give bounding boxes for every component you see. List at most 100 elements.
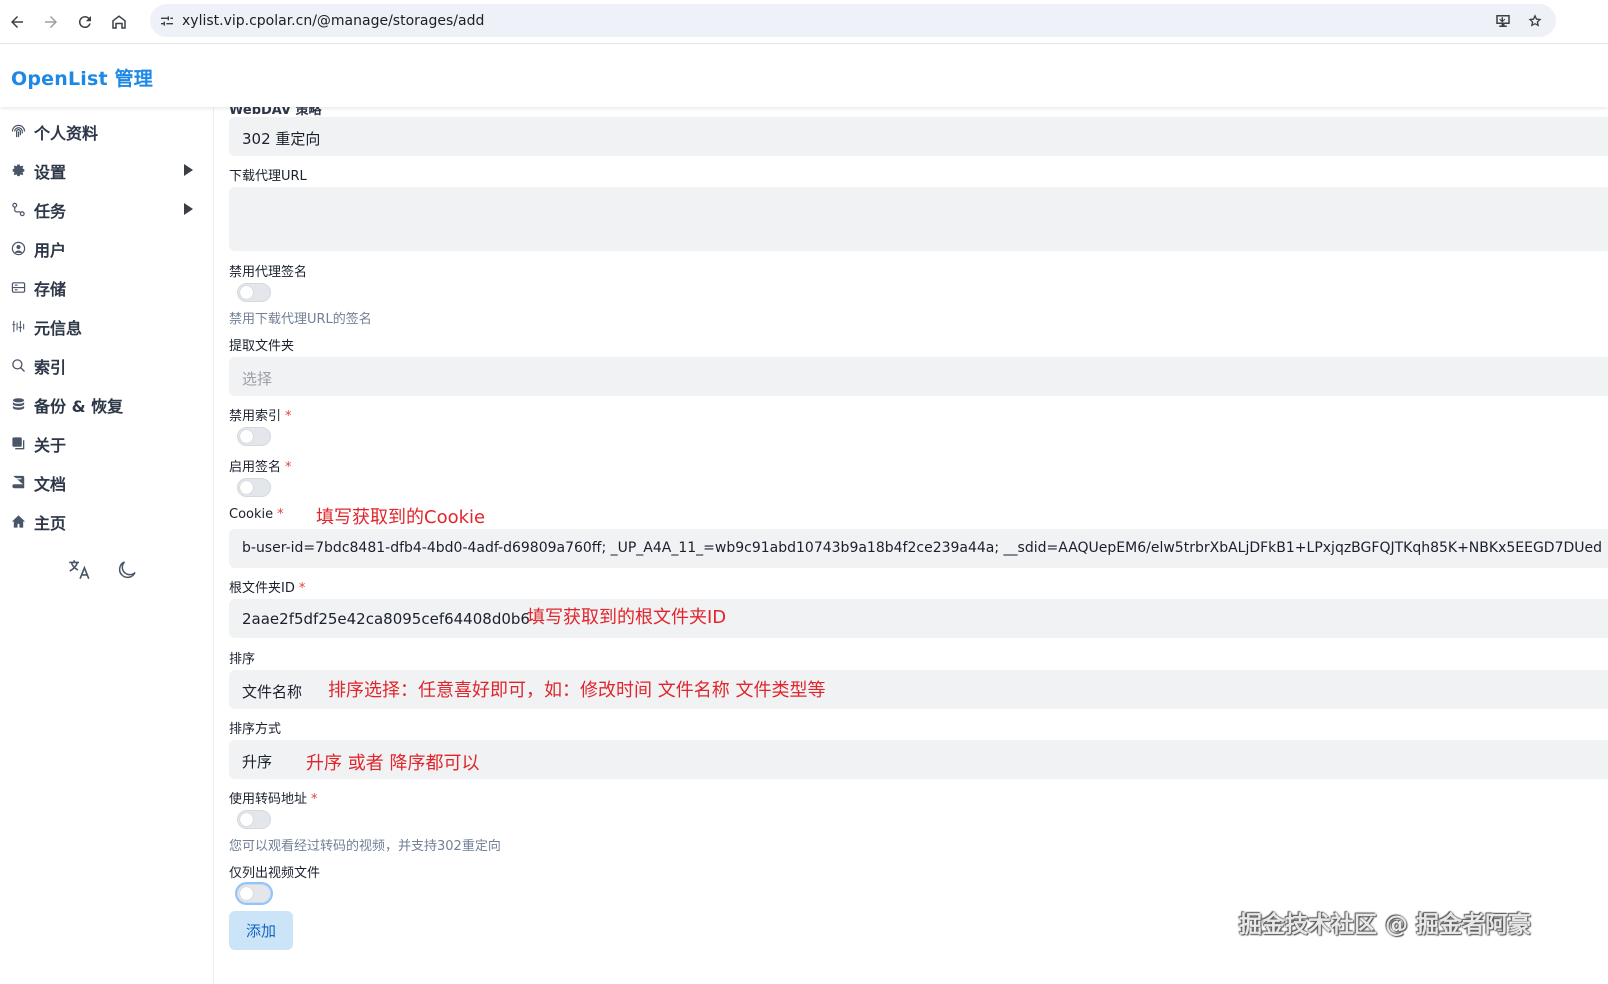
sidebar-item-label: 个人资料 [34, 123, 99, 143]
meta-grid-icon [10, 319, 26, 335]
required-mark: * [298, 581, 306, 596]
disable-index-label: 禁用索引 * [229, 409, 292, 424]
order-direction-value: 升序 [242, 753, 273, 771]
extract-folder-placeholder: 选择 [242, 370, 273, 388]
back-button[interactable] [0, 5, 34, 39]
sidebar-item-label: 关于 [34, 435, 67, 455]
download-proxy-url-label: 下载代理URL [229, 169, 307, 184]
sidebar-item-home[interactable]: 主页 [0, 502, 214, 541]
reload-button[interactable] [68, 5, 102, 39]
arrow-right-icon [45, 15, 57, 28]
webdav-policy-value: 302 重定向 [242, 130, 321, 148]
sidebar-item-label: 任务 [34, 201, 67, 221]
site-settings-icon[interactable] [152, 13, 182, 29]
root-folder-annotation: 填写获取到的根文件夹ID [527, 607, 727, 628]
use-transcoding-label: 使用转码地址 * [229, 792, 318, 807]
required-mark: * [311, 792, 318, 807]
sidebar-item-metas[interactable]: 元信息 [0, 307, 214, 346]
copy-icon [10, 436, 26, 452]
add-button[interactable]: 添加 [229, 911, 293, 950]
cookie-input[interactable]: b-user-id=7bdc8481-dfb4-4bd0-4adf-d69809… [229, 529, 1608, 568]
sidebar-item-about[interactable]: 关于 [0, 424, 214, 463]
gear-icon [10, 163, 26, 179]
sidebar-item-label: 用户 [34, 240, 67, 260]
route-icon [10, 202, 26, 218]
order-by-annotation: 排序选择：任意喜好即可，如：修改时间 文件名称 文件类型等 [328, 680, 826, 701]
switch-knob [240, 887, 253, 900]
order-by-label: 排序 [229, 652, 256, 667]
download-proxy-url-textarea[interactable] [229, 187, 1608, 251]
watermark-text: 掘金技术社区 @ 掘金者阿豪 [1239, 912, 1532, 938]
required-mark: * [285, 460, 292, 475]
arrow-left-icon [11, 15, 23, 28]
required-mark: * [285, 409, 292, 424]
sidebar-item-label: 备份 & 恢复 [34, 396, 124, 416]
expand-arrow-icon[interactable] [184, 164, 193, 176]
translate-icon[interactable] [66, 557, 92, 583]
browser-toolbar: xylist.vip.cpolar.cn/@manage/storages/ad… [0, 0, 1608, 44]
database-drive-icon [10, 280, 26, 296]
url-text[interactable]: xylist.vip.cpolar.cn/@manage/storages/ad… [182, 13, 484, 29]
home-button[interactable] [102, 5, 136, 39]
sidebar-item-label: 设置 [34, 162, 67, 182]
sidebar-item-label: 文档 [34, 474, 67, 494]
order-direction-annotation: 升序 或者 降序都可以 [306, 753, 480, 774]
enable-sign-label: 启用签名 * [229, 460, 292, 475]
search-icon [10, 358, 26, 374]
disable-proxy-sign-label: 禁用代理签名 [229, 265, 308, 280]
home-outline-icon [112, 14, 126, 29]
expand-arrow-icon[interactable] [184, 203, 193, 215]
address-bar[interactable]: xylist.vip.cpolar.cn/@manage/storages/ad… [150, 4, 1556, 37]
root-folder-id-value: 2aae2f5df25e42ca8095cef64408d0b6 [242, 610, 530, 628]
sidebar-item-label: 主页 [34, 513, 67, 533]
forward-button[interactable] [34, 5, 68, 39]
cookie-value: b-user-id=7bdc8481-dfb4-4bd0-4adf-d69809… [242, 540, 1603, 556]
webdav-policy-select[interactable]: 302 重定向 [229, 117, 1608, 156]
storage-add-form: WebDAV 策略 302 重定向 下载代理URL 禁用代理签名 禁用下载代理U… [215, 107, 1608, 984]
sidebar-item-label: 索引 [34, 357, 67, 377]
cookie-label: Cookie * [229, 507, 284, 522]
use-transcoding-help: 您可以观看经过转码的视频，并支持302重定向 [229, 839, 501, 854]
disable-proxy-sign-switch[interactable] [237, 283, 271, 302]
sidebar-item-tasks[interactable]: 任务 [0, 190, 214, 229]
only-list-video-label: 仅列出视频文件 [229, 866, 321, 881]
app-title[interactable]: OpenList 管理 [11, 64, 153, 91]
user-circle-icon [10, 241, 26, 257]
sidebar: 个人资料 设置 任务 用户 存储 元信息 索引 备份 & 恢复 关于 文档 主页 [0, 107, 214, 984]
sidebar-item-users[interactable]: 用户 [0, 229, 214, 268]
sidebar-item-settings[interactable]: 设置 [0, 151, 214, 190]
install-app-icon[interactable] [1492, 10, 1514, 32]
order-direction-label: 排序方式 [229, 722, 282, 737]
use-transcoding-switch[interactable] [237, 810, 271, 829]
bookmark-star-icon[interactable] [1524, 10, 1546, 32]
database-icon [10, 397, 26, 413]
extract-folder-select[interactable]: 选择 [229, 357, 1608, 396]
sidebar-item-label: 元信息 [34, 318, 83, 338]
sidebar-item-profile[interactable]: 个人资料 [0, 112, 214, 151]
required-mark: * [277, 507, 284, 522]
switch-knob [240, 813, 253, 826]
sidebar-tools [66, 557, 140, 583]
sidebar-item-indexes[interactable]: 索引 [0, 346, 214, 385]
sidebar-item-docs[interactable]: 文档 [0, 463, 214, 502]
switch-knob [240, 430, 253, 443]
book-icon [10, 475, 26, 491]
disable-index-switch[interactable] [237, 427, 271, 446]
only-list-video-switch[interactable] [237, 884, 271, 903]
root-folder-id-input[interactable]: 2aae2f5df25e42ca8095cef64408d0b6 [229, 599, 1608, 638]
root-folder-id-label: 根文件夹ID * [229, 581, 306, 596]
home-icon [10, 514, 26, 530]
app-header: OpenList 管理 [0, 44, 1608, 107]
fingerprint-icon [10, 124, 26, 140]
disable-proxy-sign-help: 禁用下载代理URL的签名 [229, 312, 372, 327]
switch-knob [240, 286, 253, 299]
moon-icon[interactable] [114, 557, 140, 583]
order-by-value: 文件名称 [242, 683, 303, 701]
sidebar-item-storage[interactable]: 存储 [0, 268, 214, 307]
sidebar-item-label: 存储 [34, 279, 67, 299]
sidebar-item-backup-restore[interactable]: 备份 & 恢复 [0, 385, 214, 424]
enable-sign-switch[interactable] [237, 478, 271, 497]
extract-folder-label: 提取文件夹 [229, 339, 295, 354]
cookie-annotation: 填写获取到的Cookie [316, 507, 486, 528]
reload-icon [78, 15, 91, 28]
